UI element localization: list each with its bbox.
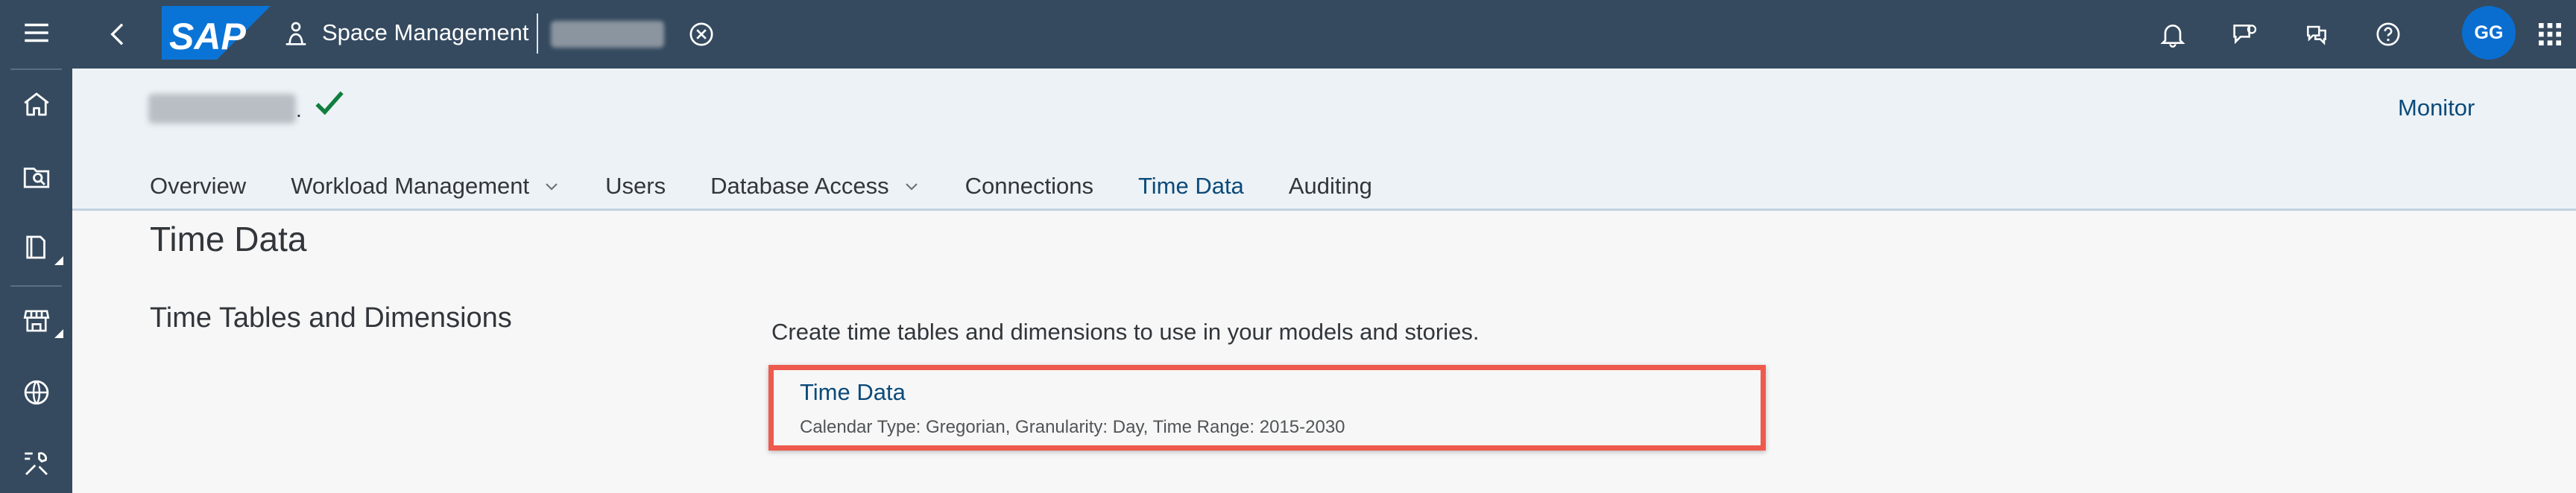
globe-icon: [24, 380, 48, 405]
tab-database-access[interactable]: Database Access: [710, 164, 921, 209]
space-name-redacted: [551, 21, 664, 48]
expand-indicator: [54, 256, 63, 265]
shell-bar: SAP Space Management GG: [72, 0, 2576, 69]
tab-workload-management[interactable]: Workload Management: [291, 164, 561, 209]
bell-icon: [2160, 25, 2185, 48]
back-button[interactable]: [101, 13, 136, 55]
nav-data-builder[interactable]: [0, 147, 72, 206]
nav-marketplace[interactable]: [0, 290, 72, 350]
time-data-link[interactable]: Time Data: [800, 378, 906, 407]
tab-overview[interactable]: Overview: [150, 164, 246, 209]
app-grid-icon: [2539, 23, 2561, 45]
nav-home[interactable]: [0, 74, 72, 134]
section-title: Time Data: [150, 220, 307, 258]
tab-connections[interactable]: Connections: [965, 164, 1093, 209]
nav-connections[interactable]: [0, 363, 72, 422]
section-description: Create time tables and dimensions to use…: [771, 319, 1480, 345]
page-content: Time Data Time Tables and Dimensions Cre…: [72, 211, 2576, 493]
close-circle-icon: [689, 22, 713, 46]
menu-icon: [24, 23, 48, 42]
expand-indicator: [54, 329, 63, 338]
feedback-button[interactable]: [2226, 13, 2262, 55]
tab-bar: Overview Workload Management Users Datab…: [150, 164, 1417, 225]
tools-icon: [24, 452, 48, 475]
svg-text:SAP: SAP: [169, 16, 246, 57]
marketplace-icon: [23, 310, 49, 332]
rail-divider: [10, 69, 62, 70]
home-icon: [23, 92, 49, 116]
check-icon: [315, 91, 344, 115]
tab-label: Users: [605, 173, 666, 199]
sap-logo[interactable]: SAP: [162, 6, 271, 60]
time-data-details: Calendar Type: Gregorian, Granularity: D…: [800, 417, 1345, 437]
chevron-down-icon: [546, 183, 558, 191]
tab-label: Connections: [965, 173, 1093, 199]
tab-auditing[interactable]: Auditing: [1289, 164, 1372, 209]
space-id-redacted: [148, 94, 296, 124]
notifications-button[interactable]: [2155, 13, 2191, 55]
space-management-icon: [285, 22, 306, 45]
close-space-button[interactable]: [684, 13, 719, 55]
files-icon: [25, 235, 45, 259]
tab-label: Workload Management: [291, 173, 530, 199]
tab-label: Database Access: [710, 173, 889, 199]
space-id-suffix: .: [296, 98, 302, 121]
help-button[interactable]: [2370, 13, 2406, 55]
app-launcher-button[interactable]: [2532, 13, 2568, 55]
tab-label: Time Data: [1137, 173, 1244, 199]
tab-label: Auditing: [1288, 173, 1372, 199]
feedback-icon: [2233, 25, 2257, 45]
nav-system[interactable]: [0, 434, 72, 493]
search-document-icon: [23, 168, 49, 188]
side-navigation: [0, 0, 72, 493]
tab-users[interactable]: Users: [605, 164, 666, 209]
help-chat-button[interactable]: [2299, 13, 2334, 55]
app-title: Space Management: [322, 19, 529, 45]
rail-divider: [10, 285, 62, 287]
subsection-title: Time Tables and Dimensions: [150, 302, 512, 334]
help-chat-icon: [2307, 25, 2326, 45]
nav-catalog[interactable]: [0, 217, 72, 277]
tab-time-data[interactable]: Time Data: [1137, 164, 1244, 225]
time-data-card: Time Data Calendar Type: Gregorian, Gran…: [768, 365, 1766, 451]
object-header: . Monitor Overview Workload Management U…: [72, 69, 2576, 225]
menu-button[interactable]: [0, 3, 72, 63]
monitor-link[interactable]: Monitor: [2398, 93, 2475, 123]
help-icon: [2376, 22, 2400, 46]
tab-label: Overview: [150, 173, 247, 199]
back-icon: [110, 23, 124, 45]
title-divider: [537, 13, 538, 54]
user-avatar[interactable]: GG: [2462, 6, 2516, 60]
chevron-down-icon: [905, 183, 918, 191]
space-management-icon-wrap: [278, 13, 314, 55]
